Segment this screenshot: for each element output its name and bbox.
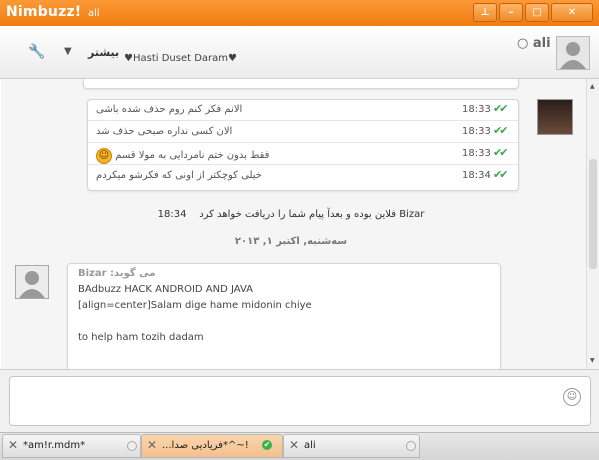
contact-status-message: ♥Hasti Duset Daram♥ bbox=[124, 53, 237, 64]
message-row: الان کسی نداره صبحی حذف شد 18:33 ✔✔ bbox=[88, 122, 518, 143]
message-text: الانم فکر کنم روم حذف شده باشی bbox=[96, 104, 243, 115]
sender-avatar[interactable] bbox=[15, 265, 49, 299]
tab-label: ali bbox=[304, 440, 316, 451]
window-title-user: ali bbox=[88, 8, 100, 19]
chevron-down-icon[interactable]: ▼ bbox=[64, 46, 72, 57]
incoming-sender: Bizar :می گوید bbox=[78, 268, 156, 279]
scrollbar-thumb[interactable] bbox=[589, 159, 597, 269]
contact-avatar[interactable] bbox=[556, 36, 590, 70]
emoji-picker-icon[interactable]: ☺ bbox=[563, 388, 581, 406]
incoming-line: BAdbuzz HACK ANDROID AND JAVA bbox=[78, 284, 254, 295]
presence-icon bbox=[127, 441, 137, 451]
tab-conversation[interactable]: ✕ ali bbox=[283, 434, 420, 458]
read-check-icon: ✔✔ bbox=[493, 168, 509, 181]
app-logo: Nimbuzz! bbox=[6, 4, 82, 20]
incoming-line: [align=center]Salam dige hame midonin ch… bbox=[78, 300, 312, 311]
incoming-line bbox=[78, 314, 312, 330]
tab-conversation-active[interactable]: ✕ ...فریادیی صدا*^~! ✔ bbox=[141, 434, 283, 458]
incoming-line: to help ham tozih dadam bbox=[78, 332, 204, 343]
maximize-icon[interactable]: □ bbox=[525, 3, 549, 22]
message-time: 18:33 bbox=[462, 104, 491, 115]
message-text: فقط بدون ختم نامردایی به مولا قسم ☺ bbox=[96, 148, 456, 164]
tools-wrench-icon[interactable]: 🔧 bbox=[28, 44, 45, 60]
online-status-icon: ✔ bbox=[262, 440, 272, 450]
more-button[interactable]: بیشتر bbox=[88, 46, 119, 59]
previous-message-bubble bbox=[83, 79, 519, 89]
read-check-icon: ✔✔ bbox=[493, 146, 509, 159]
presence-icon bbox=[406, 441, 416, 451]
chat-scrollbar[interactable]: ▲ ▼ bbox=[586, 79, 599, 369]
contact-name: ○ ali bbox=[517, 36, 551, 51]
chat-history[interactable]: الانم فکر کنم روم حذف شده باشی 18:33 ✔✔ … bbox=[1, 79, 586, 369]
incoming-message-bubble: Bizar :می گوید BAdbuzz HACK ANDROID AND … bbox=[67, 263, 501, 369]
tab-label: ...فریادیی صدا*^~! bbox=[162, 440, 249, 451]
title-bar: Nimbuzz! ali ⊥ – □ ✕ bbox=[0, 0, 599, 26]
close-tab-icon[interactable]: ✕ bbox=[147, 438, 157, 452]
close-tab-icon[interactable]: ✕ bbox=[8, 438, 18, 452]
message-time: 18:34 bbox=[462, 170, 491, 181]
avatar-placeholder-icon bbox=[560, 42, 586, 69]
message-row: فقط بدون ختم نامردایی به مولا قسم ☺ 18:3… bbox=[88, 144, 518, 165]
date-separator: سه‌شنبه, اکتبر ۱, ۲۰۱۳ bbox=[234, 236, 348, 247]
pin-icon[interactable]: ⊥ bbox=[473, 3, 497, 22]
minimize-icon[interactable]: – bbox=[499, 3, 523, 22]
message-text: الان کسی نداره صبحی حذف شد bbox=[96, 126, 233, 137]
message-input[interactable] bbox=[9, 376, 591, 426]
read-check-icon: ✔✔ bbox=[493, 124, 509, 137]
tab-label: *am!r.mdm* bbox=[23, 440, 86, 451]
close-icon[interactable]: ✕ bbox=[551, 3, 593, 22]
incoming-message-body: BAdbuzz HACK ANDROID AND JAVA [align=cent… bbox=[78, 282, 312, 346]
scroll-up-icon[interactable]: ▲ bbox=[590, 83, 595, 90]
message-time: 18:33 bbox=[462, 126, 491, 137]
read-check-icon: ✔✔ bbox=[493, 102, 509, 115]
message-text: خیلی کوچکتر از اونی که فکرشو میکردم bbox=[96, 170, 262, 181]
message-row: الانم فکر کنم روم حذف شده باشی 18:33 ✔✔ bbox=[88, 100, 518, 121]
close-tab-icon[interactable]: ✕ bbox=[289, 438, 299, 452]
tab-conversation[interactable]: ✕ *am!r.mdm* bbox=[2, 434, 141, 458]
outgoing-message-group: الانم فکر کنم روم حذف شده باشی 18:33 ✔✔ … bbox=[87, 99, 519, 191]
message-time: 18:33 bbox=[462, 148, 491, 159]
message-row: خیلی کوچکتر از اونی که فکرشو میکردم 18:3… bbox=[88, 166, 518, 186]
system-message: 18:34 فلاین بوده و بعدآ پیام شما را دریا… bbox=[101, 209, 481, 220]
window-controls: ⊥ – □ ✕ bbox=[473, 3, 593, 22]
smiley-emoji-icon: ☺ bbox=[96, 148, 112, 164]
my-avatar[interactable] bbox=[537, 99, 573, 135]
scroll-down-icon[interactable]: ▼ bbox=[590, 357, 595, 364]
avatar-placeholder-icon bbox=[19, 271, 45, 298]
system-message-text: فلاین بوده و بعدآ پیام شما را دریافت خوا… bbox=[199, 209, 425, 220]
system-message-time: 18:34 bbox=[157, 209, 187, 220]
